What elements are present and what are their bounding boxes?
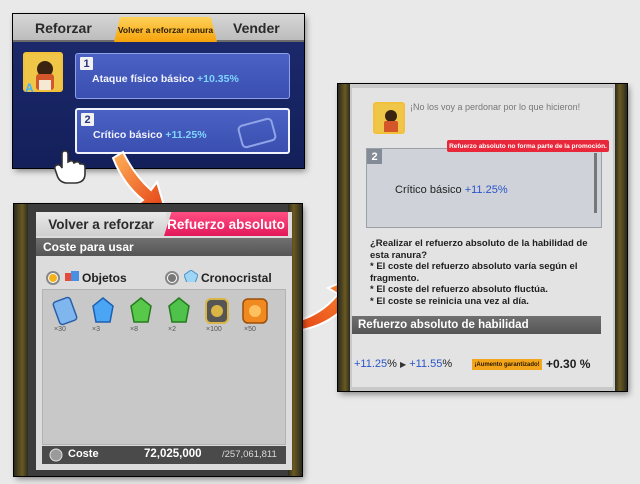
- slot-number: 2: [367, 149, 382, 164]
- slot-number: 2: [81, 113, 94, 126]
- question-text: ¿Realizar el refuerzo absoluto de la hab…: [370, 238, 588, 261]
- cronocristal-radio[interactable]: [165, 271, 179, 285]
- tab-bar: Reforzar Volver a reforzar ranura Vender: [13, 14, 304, 42]
- coin-icon: [49, 448, 63, 462]
- promotion-warning: Refuerzo absoluto no forma parte de la p…: [447, 140, 609, 152]
- character-portrait: [373, 102, 405, 134]
- arrow-right-icon: ▶: [399, 360, 407, 369]
- cost-total: /257,061,811: [222, 449, 277, 460]
- absolute-boost-confirm-panel: ¡No los voy a perdonar por lo que hicier…: [338, 84, 627, 391]
- confirm-text: ¿Realizar el refuerzo absoluto de la hab…: [370, 238, 606, 307]
- item-orange-coin[interactable]: ×50: [240, 296, 270, 333]
- tab-refuerzo-absoluto[interactable]: Refuerzo absoluto: [164, 212, 288, 236]
- item-blue-crystal[interactable]: ×3: [88, 296, 118, 333]
- note-3: * El coste se reinicia una vez al día.: [370, 295, 529, 307]
- percent-change: +11.25% ▶ +11.55%: [354, 358, 453, 370]
- item-blue-card[interactable]: ×30: [50, 296, 80, 333]
- slot-reroll-panel: Reforzar Volver a reforzar ranura Vender…: [13, 14, 304, 168]
- section-header: Refuerzo absoluto de habilidad: [352, 316, 601, 334]
- percent-from: +11.25: [354, 358, 388, 370]
- slot-2-preview: 2 Crítico básico +11.25%: [366, 148, 602, 228]
- slot-value: +11.25: [165, 129, 198, 141]
- cronocristal-label: Cronocristal: [201, 271, 272, 285]
- character-quote: ¡No los voy a perdonar por lo que hicier…: [410, 102, 581, 112]
- guaranteed-badge: ¡Aumento garantizado!: [472, 359, 542, 370]
- hand-pointer-icon: [52, 148, 88, 186]
- svg-text:A: A: [25, 81, 34, 93]
- guaranteed-increase: +0.30 %: [546, 357, 591, 371]
- absolute-boost-cost-panel: Volver a reforzar Refuerzo absoluto Cost…: [14, 204, 302, 476]
- slot-label: Crítico básico: [395, 184, 462, 196]
- note-1: * El coste del refuerzo absoluto varía s…: [370, 261, 578, 284]
- tab-vender[interactable]: Vender: [233, 20, 280, 36]
- cost-label: Coste: [68, 448, 99, 460]
- item-green-crystal-2[interactable]: ×2: [164, 296, 194, 333]
- note-2: * El coste del refuerzo absoluto fluctúa…: [370, 284, 548, 295]
- slot-label: Crítico básico: [93, 129, 163, 141]
- objetos-label: Objetos: [82, 271, 127, 285]
- item-gold-medal[interactable]: ×100: [202, 296, 232, 333]
- rank-a-icon: A: [24, 80, 36, 95]
- item-green-crystal[interactable]: ×8: [126, 296, 156, 333]
- section-header: Coste para usar: [36, 238, 292, 256]
- percent-to: +11.55: [409, 358, 443, 370]
- objetos-radio[interactable]: [46, 271, 60, 285]
- item-grid: ×30 ×3 ×8 ×2 ×100 ×50: [42, 289, 286, 445]
- tab-reforzar[interactable]: Reforzar: [35, 20, 92, 36]
- cost-value: 72,025,000: [144, 448, 202, 460]
- tab-volver-a-reforzar[interactable]: Volver a reforzar: [36, 212, 166, 236]
- slot-number: 1: [80, 57, 93, 70]
- tab-volver-a-reforzar-ranura[interactable]: Volver a reforzar ranura: [114, 17, 217, 42]
- slot-value: +11.25: [464, 184, 498, 196]
- slot-value: +10.35: [197, 73, 230, 85]
- eraser-watermark-icon: [237, 117, 277, 149]
- slot-1[interactable]: 1 Ataque físico básico +10.35%: [75, 53, 290, 99]
- scrollbar[interactable]: [594, 153, 597, 213]
- cronocristal-icon: [184, 270, 198, 282]
- cost-bar: Coste 72,025,000 /257,061,811: [42, 446, 286, 464]
- slot-label: Ataque físico básico: [92, 73, 195, 85]
- objetos-icon: [65, 271, 79, 281]
